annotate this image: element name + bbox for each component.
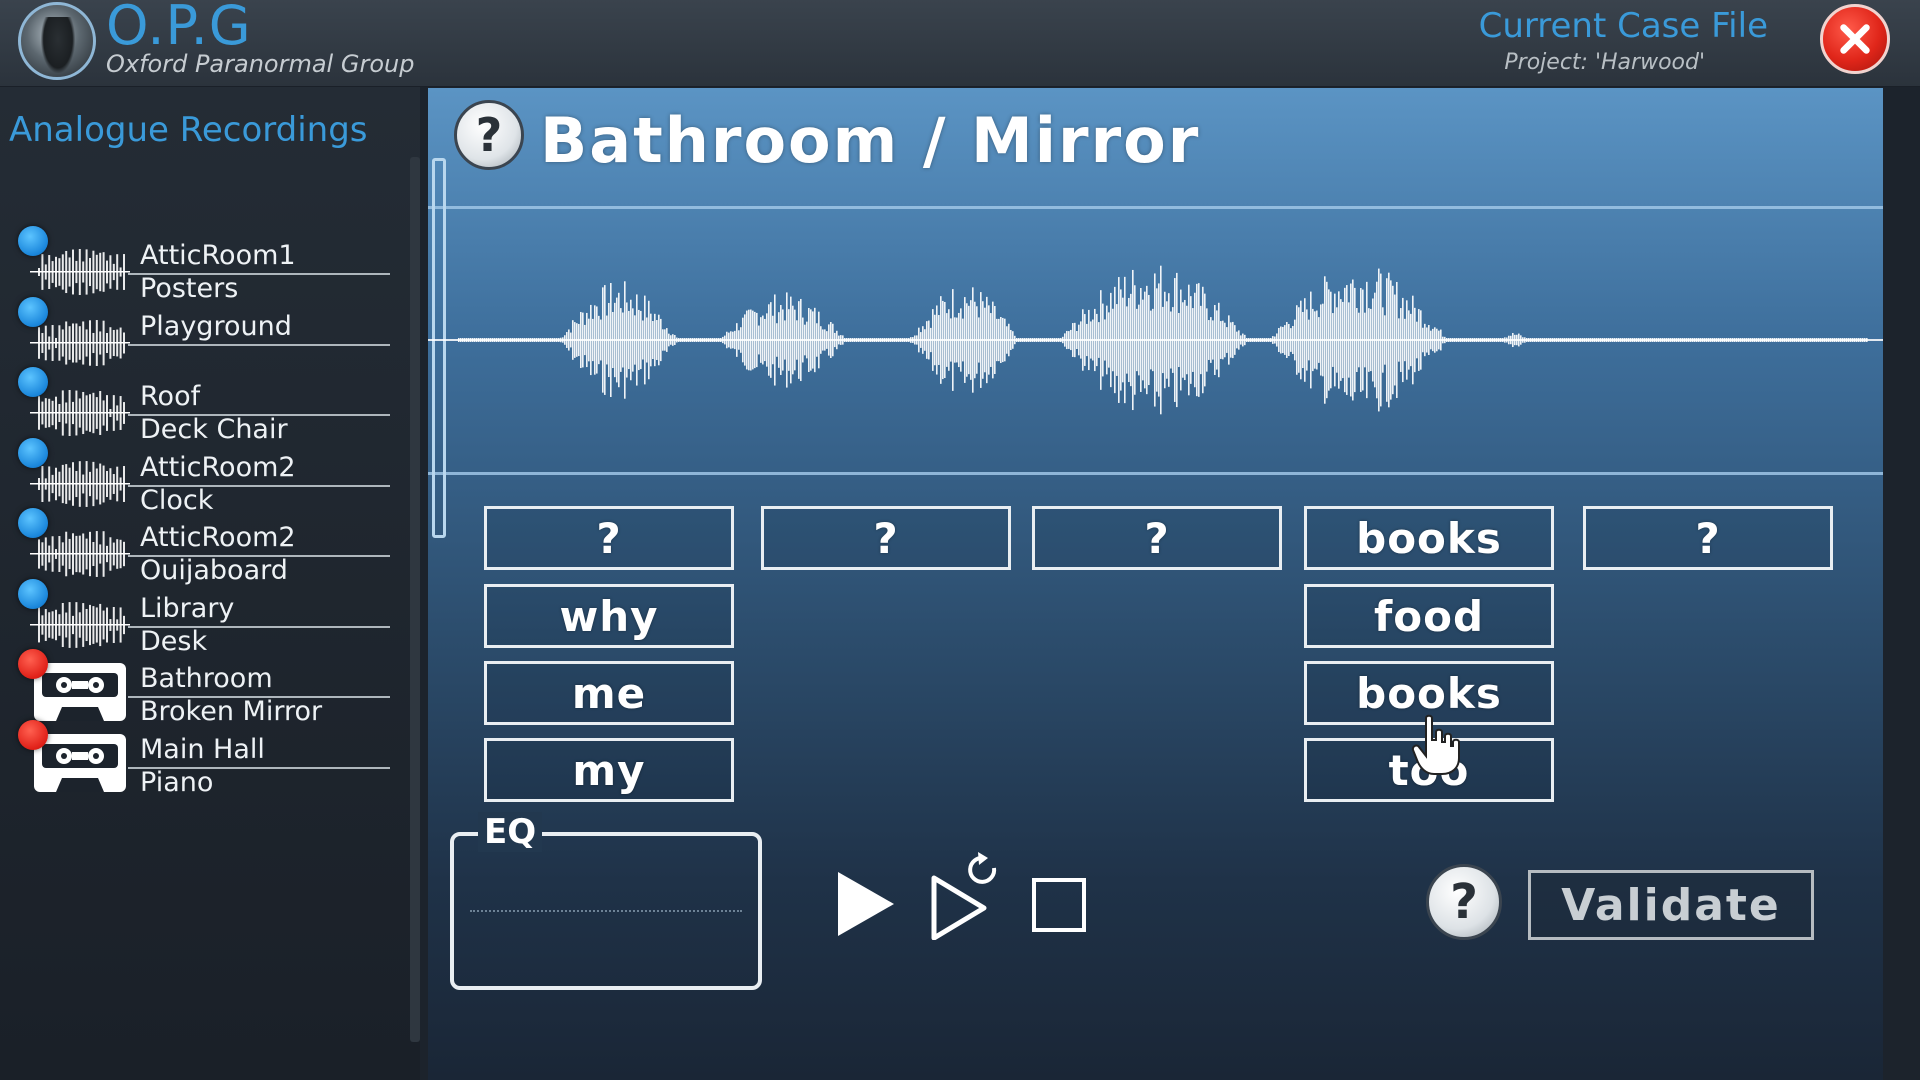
recording-subject: Piano (140, 767, 214, 798)
replay-icon (931, 852, 997, 940)
recording-location: AtticRoom2 (140, 452, 296, 483)
sidebar-scrollbar[interactable] (410, 157, 420, 1042)
word-slot-2-option-1[interactable]: ? (761, 506, 1011, 570)
hand-cursor-icon (1411, 714, 1460, 775)
recording-location: Playground (140, 311, 292, 342)
case-file-title: Current Case File (1478, 6, 1768, 46)
status-dot (18, 226, 48, 256)
play-button[interactable] (830, 868, 900, 940)
recording-item[interactable]: AtticRoom2 Clock (18, 438, 390, 518)
waveform-top-border (428, 206, 1883, 209)
close-x-icon (1840, 24, 1870, 54)
status-dot (18, 367, 48, 397)
status-dot (18, 720, 48, 750)
recording-title: Bathroom / Mirror (540, 104, 1201, 177)
logo-ghost-icon (18, 2, 96, 80)
recording-item[interactable]: AtticRoom1 Posters (18, 226, 390, 306)
recording-item[interactable]: Playground (18, 297, 390, 377)
word-slot-4-option-1[interactable]: books (1304, 506, 1554, 570)
word-slot-1-option-4[interactable]: my (484, 738, 734, 802)
recording-item[interactable]: Library Desk (18, 579, 390, 659)
status-dot (18, 579, 48, 609)
sidebar: Analogue Recordings AtticRoom1 Posters Pla… (0, 87, 420, 1080)
validate-help-icon[interactable]: ? (1426, 864, 1502, 940)
recording-location: AtticRoom2 (140, 522, 296, 553)
sidebar-title: Analogue Recordings (9, 110, 368, 150)
eq-label: EQ (478, 812, 543, 852)
recording-location: Main Hall (140, 734, 265, 765)
word-slot-4-option-2[interactable]: food (1304, 584, 1554, 648)
word-slot-1-option-2[interactable]: why (484, 584, 734, 648)
recording-location: Library (140, 593, 235, 624)
status-dot (18, 438, 48, 468)
recording-location: AtticRoom1 (140, 240, 296, 271)
status-dot (18, 297, 48, 327)
recording-item[interactable]: Roof Deck Chair (18, 367, 390, 447)
word-slot-1-option-1[interactable]: ? (484, 506, 734, 570)
case-project-name: Project: 'Harwood' (1504, 50, 1705, 75)
status-dot (18, 508, 48, 538)
recording-location: Bathroom (140, 663, 273, 694)
replay-button[interactable] (928, 850, 1008, 940)
waveform-bottom-border (428, 472, 1883, 475)
recording-item[interactable]: Main Hall Piano (18, 720, 390, 800)
recording-location: Roof (140, 381, 201, 412)
logo-subtitle: Oxford Paranormal Group (106, 50, 415, 78)
item-divider (128, 344, 390, 346)
audio-waveform[interactable] (428, 230, 1883, 460)
eq-baseline (470, 910, 742, 912)
word-slot-5-option-1[interactable]: ? (1583, 506, 1833, 570)
play-icon (838, 872, 894, 936)
close-button[interactable] (1820, 4, 1890, 74)
word-slot-3-option-1[interactable]: ? (1032, 506, 1282, 570)
logo-title: O.P.G (106, 0, 252, 57)
title-help-icon[interactable]: ? (454, 100, 524, 170)
recording-item[interactable]: AtticRoom2 Ouijaboard (18, 508, 390, 588)
stop-button[interactable] (1032, 878, 1086, 932)
status-dot (18, 649, 48, 679)
word-slot-1-option-3[interactable]: me (484, 661, 734, 725)
validate-button[interactable]: Validate (1528, 870, 1814, 940)
recording-item[interactable]: Bathroom Broken Mirror (18, 649, 390, 729)
top-bar: O.P.G Oxford Paranormal Group Current Ca… (0, 0, 1920, 87)
